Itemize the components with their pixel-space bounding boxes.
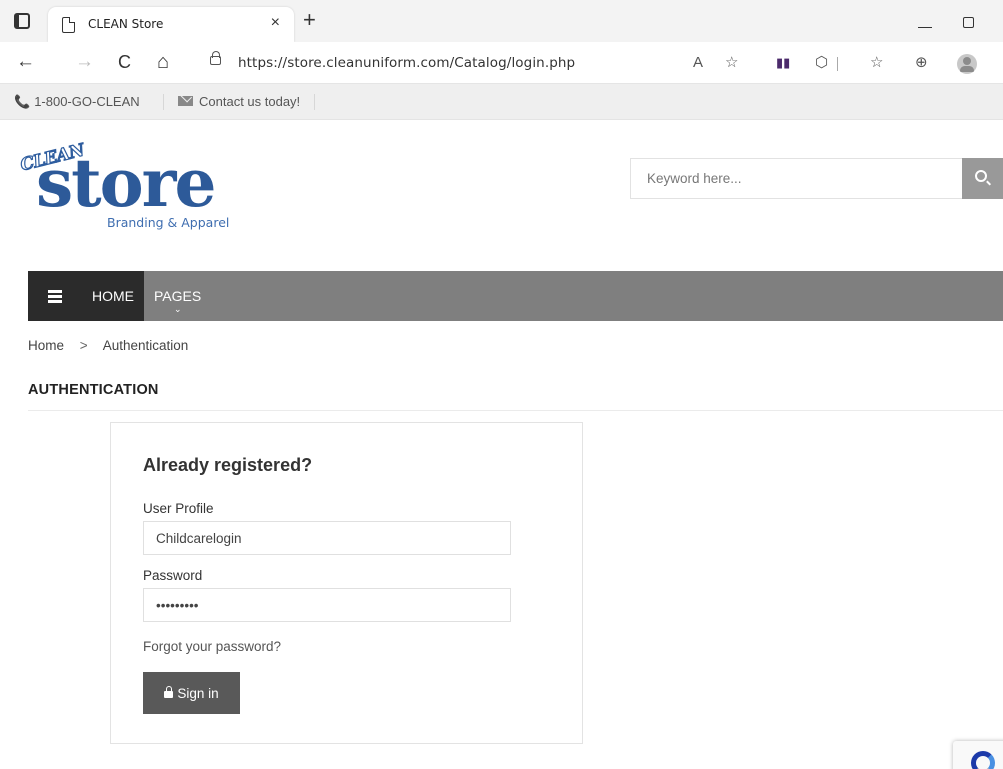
recaptcha-icon [971, 751, 995, 769]
search-button[interactable] [962, 158, 1003, 199]
browser-tab-strip: CLEAN Store × + [0, 0, 1003, 42]
divider [314, 94, 315, 110]
logo-store-text: store [36, 144, 216, 222]
login-heading: Already registered? [143, 455, 313, 475]
maximize-icon[interactable] [963, 17, 974, 28]
browser-tab[interactable]: CLEAN Store × [48, 7, 294, 42]
chevron-down-icon[interactable]: ⌄ [174, 304, 182, 315]
site-top-bar: 📞 1-800-GO-CLEAN Contact us today! [0, 84, 1003, 120]
home-icon[interactable]: ⌂ [157, 52, 169, 72]
contact-link[interactable]: Contact us today! [178, 94, 300, 109]
user-profile-field[interactable] [143, 521, 511, 555]
logo-tagline: Branding & Apparel [107, 215, 230, 230]
sign-in-label: Sign in [177, 685, 219, 701]
hamburger-icon [48, 295, 62, 298]
search-input[interactable] [630, 158, 962, 199]
read-aloud-icon[interactable]: A [693, 54, 703, 72]
close-tab-icon[interactable]: × [271, 15, 280, 31]
url-field[interactable]: https://store.cleanuniform.com/Catalog/l… [196, 48, 756, 78]
page-icon [62, 17, 75, 33]
main-navigation: HOME PAGES ⌄ [28, 271, 1003, 321]
forgot-password-link[interactable]: Forgot your password? [143, 639, 281, 654]
new-tab-icon[interactable]: + [303, 9, 316, 31]
toolbar-divider [837, 57, 838, 71]
extension-icon[interactable]: ▮▮ [776, 54, 790, 72]
search-bar [630, 158, 1003, 199]
page-title: AUTHENTICATION [28, 382, 159, 398]
minimize-icon[interactable] [918, 27, 932, 28]
breadcrumb: Home > Authentication [28, 338, 188, 353]
forward-icon[interactable]: → [75, 52, 94, 72]
sign-in-button[interactable]: Sign in [143, 672, 240, 714]
browser-address-bar: ← → C ⌂ https://store.cleanuniform.com/C… [0, 42, 1003, 84]
clean-store-logo[interactable]: CLEAN store Branding & Apparel [18, 140, 248, 238]
lock-icon [164, 685, 174, 698]
contact-label: Contact us today! [199, 94, 301, 109]
divider [163, 94, 164, 110]
divider [28, 410, 1003, 411]
breadcrumb-current: Authentication [102, 338, 189, 353]
tab-actions-icon[interactable] [14, 13, 30, 29]
favorites-icon[interactable]: ☆ [870, 54, 883, 72]
collections-icon[interactable]: ⊕ [915, 54, 928, 72]
url-text[interactable]: https://store.cleanuniform.com/Catalog/l… [238, 55, 575, 71]
refresh-icon[interactable]: C [118, 52, 131, 72]
hamburger-icon [48, 290, 62, 293]
search-icon [975, 170, 987, 182]
login-form: Already registered? User Profile Passwor… [110, 422, 583, 744]
hamburger-menu-button[interactable] [28, 271, 82, 321]
recaptcha-badge[interactable] [953, 741, 1003, 769]
breadcrumb-separator: > [79, 338, 88, 353]
password-label: Password [143, 568, 203, 583]
add-favorite-icon[interactable]: ☆ [725, 54, 738, 72]
tab-title: CLEAN Store [88, 17, 164, 31]
breadcrumb-home[interactable]: Home [28, 338, 64, 353]
password-field[interactable] [143, 588, 511, 622]
lock-icon[interactable] [210, 51, 221, 65]
back-icon[interactable]: ← [16, 52, 35, 72]
hamburger-icon [48, 300, 62, 303]
nav-pages[interactable]: PAGES [154, 288, 201, 304]
extensions-icon[interactable]: ⬡ [815, 54, 828, 72]
phone-contact[interactable]: 📞 1-800-GO-CLEAN [14, 94, 140, 110]
profile-avatar[interactable] [957, 54, 977, 74]
mail-icon [178, 96, 193, 106]
phone-number: 1-800-GO-CLEAN [34, 94, 140, 109]
nav-home[interactable]: HOME [82, 271, 144, 321]
user-profile-label: User Profile [143, 501, 214, 516]
phone-icon: 📞 [14, 94, 31, 109]
